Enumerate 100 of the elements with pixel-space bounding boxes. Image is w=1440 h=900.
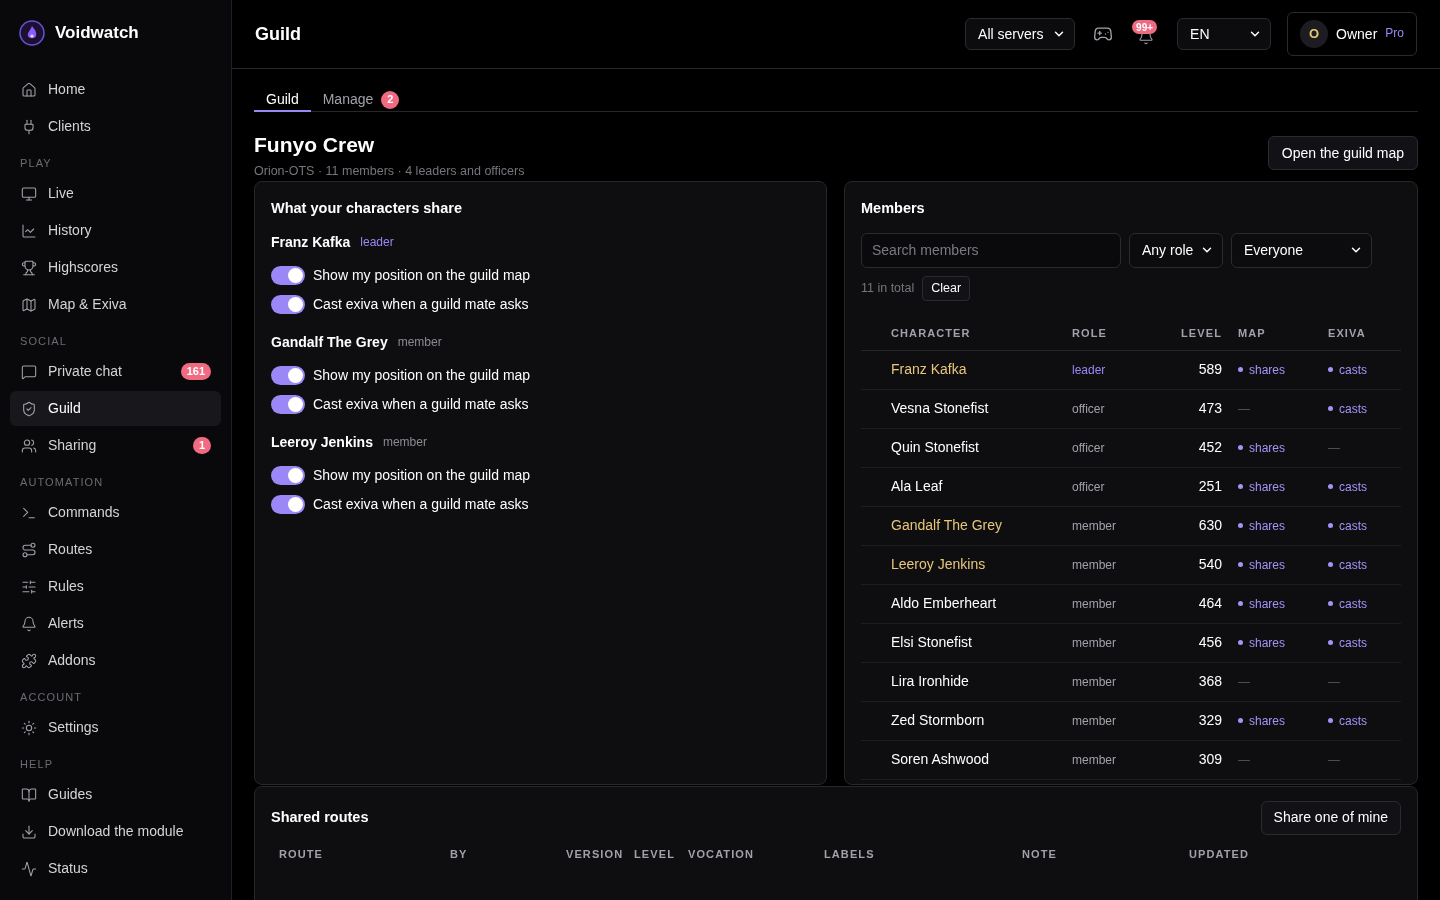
count-badge: 1 xyxy=(192,437,211,454)
notification-badge: 99+ xyxy=(1132,20,1158,34)
level-value: 589 xyxy=(1197,360,1222,379)
column-header: MAP xyxy=(1238,325,1267,341)
line-chart-icon xyxy=(21,222,37,239)
nav-item[interactable]: Map & Exiva xyxy=(10,287,221,322)
status-label: shares xyxy=(1238,438,1328,457)
role-label: member xyxy=(1072,595,1117,613)
open-map-button[interactable]: Open the guild map xyxy=(1267,136,1418,170)
nav-item[interactable]: Addons xyxy=(10,643,221,678)
status-label: shares xyxy=(1238,360,1328,379)
search-field[interactable]: Search members xyxy=(861,232,1121,268)
puzzle-icon xyxy=(21,652,37,669)
nav-item[interactable]: Live xyxy=(10,176,221,211)
nav-item[interactable]: Settings xyxy=(10,710,221,745)
card-title: Shared routes xyxy=(271,807,369,827)
flame-logo-icon xyxy=(19,20,45,46)
level-value: 368 xyxy=(1197,672,1222,691)
avatar: O xyxy=(1300,20,1329,48)
nav-item[interactable]: Private chat 161 xyxy=(10,354,221,389)
home-icon xyxy=(21,81,37,98)
status-label: — xyxy=(1328,751,1341,769)
nav-item[interactable]: Rules xyxy=(10,569,221,604)
nav-item[interactable]: Sharing 1 xyxy=(10,428,221,463)
level-value: 251 xyxy=(1197,477,1222,496)
language-select[interactable]: EN xyxy=(1177,18,1272,50)
download-icon xyxy=(21,823,37,840)
count-badge: 161 xyxy=(180,363,211,380)
status-label: shares xyxy=(1238,711,1328,730)
column-header: LEVEL xyxy=(1180,325,1222,341)
server-select[interactable]: All servers xyxy=(965,18,1076,50)
status-label: — xyxy=(1238,673,1251,691)
share-route-button[interactable]: Share one of mine xyxy=(1260,800,1401,835)
toggle-label: Cast exiva when a guild mate asks xyxy=(313,294,529,314)
level-value: 309 xyxy=(1197,750,1222,769)
nav-item[interactable]: History xyxy=(10,213,221,248)
toggle-switch[interactable] xyxy=(271,394,305,414)
brand-name: Voidwatch xyxy=(55,22,139,45)
column-header: ROLE xyxy=(1072,325,1108,341)
tab[interactable]: Manage 2 xyxy=(310,89,412,112)
map-icon xyxy=(21,296,37,313)
nav-item[interactable]: Alerts xyxy=(10,606,221,641)
status-label: casts xyxy=(1328,633,1401,652)
status-label: shares xyxy=(1238,516,1328,535)
status-label: — xyxy=(1238,400,1251,418)
role-label: member xyxy=(1072,556,1117,574)
user-name: Owner xyxy=(1336,24,1378,44)
column-header: BY xyxy=(450,846,469,862)
status-label: shares xyxy=(1238,477,1328,496)
clear-button[interactable]: Clear xyxy=(922,275,971,301)
level-value: 630 xyxy=(1197,516,1222,535)
character-name: Gandalf The Grey xyxy=(271,332,388,352)
column-header: ROUTE xyxy=(279,846,324,862)
nav-item[interactable]: Home xyxy=(10,72,221,107)
section-heading: AUTOMATION xyxy=(19,474,105,490)
chat-icon xyxy=(21,363,37,380)
section-heading: HELP xyxy=(19,756,55,772)
character-name: Franz Kafka xyxy=(891,360,968,379)
column-header: UPDATED xyxy=(1189,846,1251,862)
character-name: Ala Leaf xyxy=(891,477,944,496)
nav-item[interactable]: Guides xyxy=(10,777,221,812)
nav-item[interactable]: Clients xyxy=(10,109,221,144)
column-header: LABELS xyxy=(824,846,876,862)
toggle-switch[interactable] xyxy=(271,365,305,385)
bell-icon xyxy=(21,615,37,632)
status-label: casts xyxy=(1328,516,1401,535)
column-header: EXIVA xyxy=(1328,325,1367,341)
status-label: casts xyxy=(1328,399,1401,418)
nav-item[interactable]: Guild xyxy=(10,391,221,426)
nav-item[interactable]: Routes xyxy=(10,532,221,567)
level-value: 329 xyxy=(1197,711,1222,730)
status-label: — xyxy=(1328,673,1341,691)
character-name: Aldo Emberheart xyxy=(891,594,998,613)
role-label: member xyxy=(382,434,427,451)
role-label: member xyxy=(1072,751,1117,769)
tab[interactable]: Guild xyxy=(254,89,311,112)
toggle-switch[interactable] xyxy=(271,265,305,285)
character-name: Zed Stormborn xyxy=(891,711,986,730)
nav-item[interactable]: Download the module xyxy=(10,814,221,849)
toggle-switch[interactable] xyxy=(271,494,305,514)
character-name: Franz Kafka xyxy=(271,232,351,252)
character-name: Gandalf The Grey xyxy=(891,516,1004,535)
trophy-icon xyxy=(21,259,37,276)
book-icon xyxy=(21,786,37,803)
toggle-switch[interactable] xyxy=(271,465,305,485)
sliders-icon xyxy=(21,578,37,595)
nav-item[interactable]: Commands xyxy=(10,495,221,530)
toggle-switch[interactable] xyxy=(271,294,305,314)
nav-item[interactable]: Highscores xyxy=(10,250,221,285)
user-menu[interactable]: O Owner Pro xyxy=(1287,12,1417,56)
card-title: Members xyxy=(861,198,926,218)
toggle-label: Cast exiva when a guild mate asks xyxy=(313,394,529,414)
nav-item[interactable]: Status xyxy=(10,851,221,886)
scope-select[interactable]: Everyone xyxy=(1231,232,1372,268)
toggle-label: Cast exiva when a guild mate asks xyxy=(313,494,529,514)
status-label: casts xyxy=(1328,360,1401,379)
plug-icon xyxy=(21,118,37,135)
toggle-label: Show my position on the guild map xyxy=(313,365,531,385)
role-label: leader xyxy=(1072,361,1107,379)
role-select[interactable]: Any role xyxy=(1129,232,1223,268)
